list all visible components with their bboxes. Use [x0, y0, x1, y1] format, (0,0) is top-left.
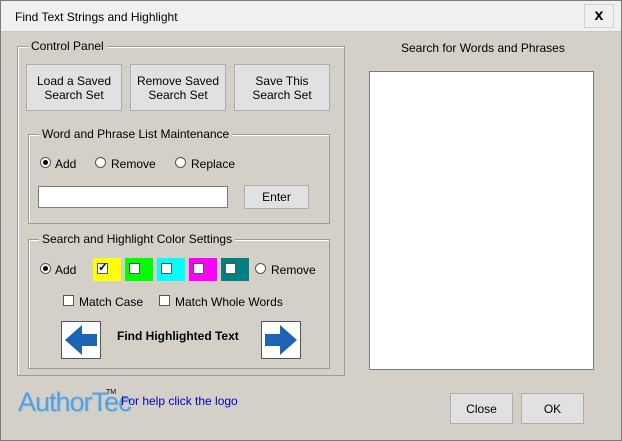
remove-radio-label: Remove [111, 157, 156, 171]
load-line1: Load a Saved [36, 73, 112, 88]
add-radio[interactable] [40, 157, 51, 168]
color-remove-radio[interactable] [255, 263, 266, 274]
logo-trademark: TM [106, 389, 117, 396]
maintenance-legend: Word and Phrase List Maintenance [39, 127, 233, 141]
color-remove-label: Remove [271, 263, 316, 277]
swatch-green-checkbox[interactable] [129, 263, 140, 274]
find-next-button[interactable] [261, 321, 301, 359]
replace-radio[interactable] [175, 157, 186, 168]
swatch-teal-checkbox[interactable] [225, 263, 236, 274]
find-previous-button[interactable] [61, 321, 101, 359]
close-label: Close [466, 401, 497, 416]
title-bar: Find Text Strings and Highlight x [1, 1, 621, 32]
swatch-cyan[interactable] [157, 258, 185, 281]
add-radio-label: Add [55, 157, 77, 171]
ok-label: OK [543, 401, 562, 416]
remove-line1: Remove Saved [136, 73, 220, 88]
close-window-button[interactable]: x [584, 4, 614, 28]
window-title: Find Text Strings and Highlight [15, 10, 178, 24]
swatch-teal[interactable] [221, 258, 249, 281]
load-line2: Search Set [44, 87, 104, 102]
color-add-label: Add [55, 263, 77, 277]
enter-label: Enter [262, 190, 291, 204]
find-highlighted-text-label: Find Highlighted Text [117, 329, 239, 343]
swatch-magenta-checkbox[interactable] [193, 263, 204, 274]
enter-button[interactable]: Enter [244, 185, 309, 209]
match-whole-words-checkbox[interactable] [159, 295, 170, 306]
save-line1: Save This [255, 73, 309, 88]
color-settings-legend: Search and Highlight Color Settings [39, 232, 236, 246]
save-line2: Search Set [252, 87, 312, 102]
arrow-right-icon [265, 325, 297, 355]
remove-radio[interactable] [95, 157, 106, 168]
match-case-label: Match Case [79, 295, 144, 309]
swatch-green[interactable] [125, 258, 153, 281]
match-whole-words-label: Match Whole Words [175, 295, 283, 309]
search-panel-title: Search for Words and Phrases [401, 41, 565, 55]
swatch-magenta[interactable] [189, 258, 217, 281]
swatch-cyan-checkbox[interactable] [161, 263, 172, 274]
match-case-checkbox[interactable] [63, 295, 74, 306]
load-saved-search-set-button[interactable]: Load a Saved Search Set [26, 64, 122, 111]
remove-line2: Search Set [148, 87, 208, 102]
help-text: For help click the logo [121, 394, 238, 408]
close-button[interactable]: Close [450, 393, 513, 424]
color-add-radio[interactable] [40, 263, 51, 274]
search-words-list[interactable] [369, 71, 594, 370]
remove-saved-search-set-button[interactable]: Remove Saved Search Set [130, 64, 226, 111]
arrow-left-icon [65, 325, 97, 355]
save-search-set-button[interactable]: Save This Search Set [234, 64, 330, 111]
word-phrase-input[interactable] [38, 186, 228, 208]
ok-button[interactable]: OK [521, 393, 584, 424]
maintenance-group: Word and Phrase List Maintenance [28, 127, 330, 224]
replace-radio-label: Replace [191, 157, 236, 171]
dialog-window: Find Text Strings and Highlight x Contro… [0, 0, 622, 441]
swatch-yellow[interactable] [93, 258, 121, 281]
swatch-yellow-checkbox[interactable] [97, 260, 108, 274]
control-panel-legend: Control Panel [28, 39, 107, 53]
